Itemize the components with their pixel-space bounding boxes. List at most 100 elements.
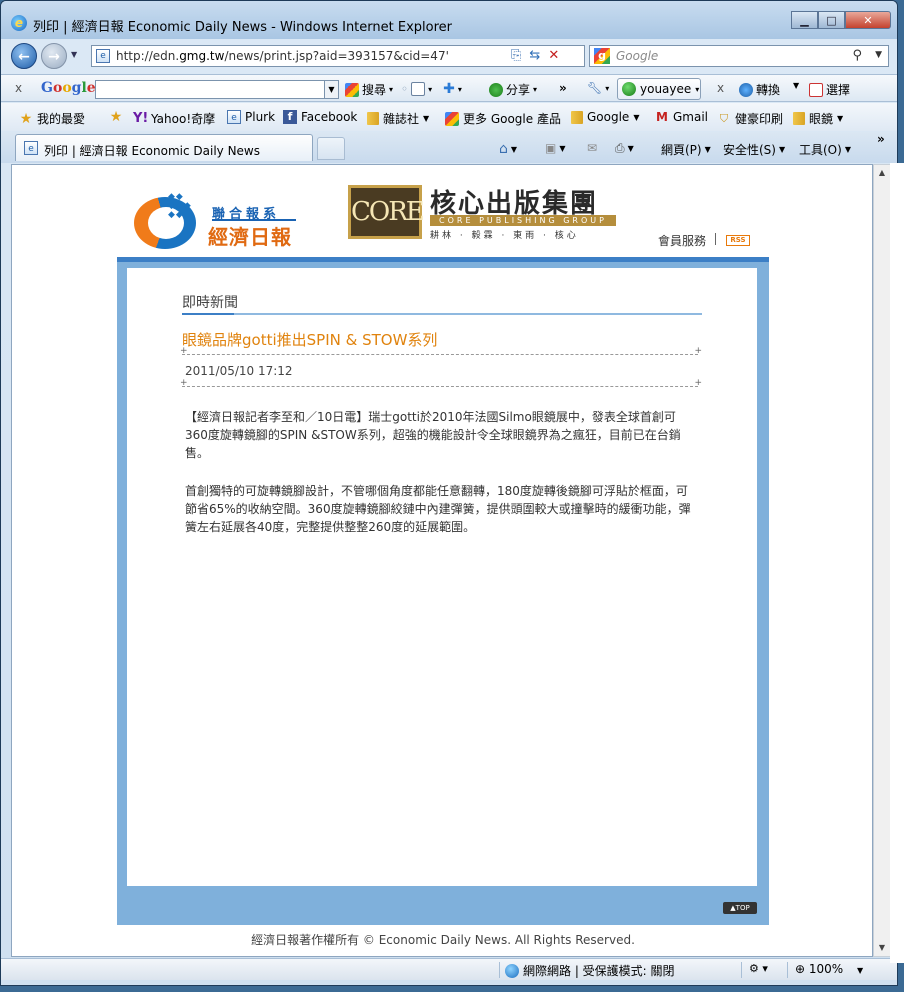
- ie-page-icon: e: [24, 141, 38, 155]
- favorites-button[interactable]: ★ 我的最愛: [19, 110, 85, 127]
- core-logo: CORE: [348, 185, 425, 239]
- minimize-button[interactable]: ▁: [791, 11, 818, 29]
- recent-pages-dropdown[interactable]: ▼: [71, 50, 77, 59]
- favorites-label: 我的最愛: [37, 112, 86, 126]
- address-url: http://edn.gmg.tw/news/print.jsp?aid=393…: [116, 49, 449, 63]
- zoom-level[interactable]: ⊕ 100% ▼: [795, 962, 863, 976]
- ie-page-icon: e: [227, 110, 241, 124]
- wrench-icon[interactable]: 🔧︎ ▾: [587, 81, 609, 95]
- core-strip: CORE PUBLISHING GROUP: [430, 215, 616, 226]
- zoom-icon: ⊕: [795, 962, 806, 976]
- google-toolbar-search-input[interactable]: ▼: [95, 80, 339, 99]
- member-services-link[interactable]: 會員服務: [658, 232, 706, 249]
- site-header: ◆◆ ◆◆◆ ◆◆ 聯合報系 經濟日報 CORE 核心出版集團 CORE PUBLI…: [12, 165, 872, 259]
- fav-item-yahoo[interactable]: Y! Yahoo!奇摩: [133, 110, 215, 127]
- close-addon-button[interactable]: x: [717, 81, 724, 95]
- vertical-scrollbar[interactable]: ▲ ▼: [873, 164, 891, 957]
- yahoo-icon: Y!: [133, 110, 149, 126]
- select-label: 選擇: [826, 83, 851, 97]
- divider: [180, 378, 702, 388]
- page-options-icon[interactable]: [411, 82, 426, 96]
- bookmarks-icon[interactable]: ✚: [443, 81, 455, 97]
- stop-icon[interactable]: ✕: [548, 48, 559, 63]
- user-name: youayee: [640, 82, 692, 96]
- feeds-button[interactable]: ▣ ▼: [545, 141, 566, 155]
- translate-button[interactable]: 轉換: [739, 81, 780, 98]
- rss-icon: ▣: [545, 141, 557, 155]
- printer-icon: ⎙: [615, 141, 625, 155]
- globe-icon: [505, 963, 519, 978]
- mail-button[interactable]: ✉: [587, 141, 597, 155]
- fav-item-glasses[interactable]: 眼鏡 ▼: [793, 110, 843, 127]
- fav-item-print-shop[interactable]: ⛉ 健豪印刷: [717, 110, 783, 127]
- tab-label: 列印 | 經濟日報 Economic Daily News: [44, 144, 260, 158]
- forward-button[interactable]: →: [41, 43, 67, 69]
- translate-dropdown[interactable]: ▼: [793, 81, 799, 90]
- fav-item-more-google[interactable]: 更多 Google 產品: [445, 110, 561, 127]
- google-toolbar: x Google ▼ 搜尋 ▾ ◦ ▾ ✚ ▾ 分享 ▾ » 🔧︎ ▾ youayee ▾…: [1, 74, 897, 102]
- user-account-button[interactable]: youayee ▾: [617, 78, 701, 100]
- chevron-down-icon[interactable]: ▼: [324, 81, 338, 98]
- refresh-icon[interactable]: ⇆: [529, 48, 540, 63]
- title-bar: e 列印 | 經濟日報 Economic Daily News - Window…: [1, 1, 897, 39]
- status-bar: 網際網路 | 受保護模式: 關閉 ⚙︎ ▾ ⊕ 100% ▼: [1, 958, 897, 980]
- search-box[interactable]: g Google ⚲ ▼: [589, 45, 889, 67]
- tools-menu[interactable]: 工具(O) ▼: [799, 141, 851, 158]
- google-g-icon: [445, 111, 459, 126]
- tab-active[interactable]: e 列印 | 經濟日報 Economic Daily News: [15, 134, 313, 161]
- select-icon: [809, 82, 823, 97]
- fav-item-google[interactable]: Google ▼: [571, 110, 639, 124]
- home-button[interactable]: ⌂ ▼: [499, 141, 517, 157]
- popup-blocker-icon[interactable]: ⚙︎ ▾: [749, 962, 768, 975]
- add-favorite-icon[interactable]: ★: [109, 110, 123, 124]
- search-options-dropdown[interactable]: ▼: [875, 50, 882, 60]
- search-placeholder: Google: [616, 49, 659, 63]
- home-icon: ⌂: [499, 141, 508, 157]
- new-tab-button[interactable]: [317, 137, 345, 160]
- safety-menu[interactable]: 安全性(S) ▼: [723, 141, 785, 158]
- copyright-footer: 經濟日報著作權所有 © Economic Daily News. All Rig…: [251, 933, 635, 947]
- mail-icon: ✉: [587, 141, 598, 155]
- share-button[interactable]: 分享 ▾: [489, 81, 537, 98]
- toolbar-extra-buttons[interactable]: ◦ ▾ ✚ ▾: [401, 81, 462, 97]
- article-headline: 眼鏡品牌gotti推出SPIN & STOW系列: [182, 331, 438, 349]
- scroll-down-icon[interactable]: ▼: [874, 940, 890, 956]
- google-search-button[interactable]: 搜尋 ▾: [345, 81, 393, 98]
- gmail-icon: M: [656, 110, 668, 124]
- print-button[interactable]: ⎙ ▼: [615, 141, 634, 156]
- page-menu[interactable]: 網頁(P) ▼: [661, 141, 711, 158]
- browser-window: e 列印 | 經濟日報 Economic Daily News - Window…: [0, 0, 898, 986]
- fav-item-facebook[interactable]: f Facebook: [283, 110, 357, 124]
- fav-item-plurk[interactable]: e Plurk: [227, 110, 275, 124]
- compatibility-view-icon[interactable]: ⎘: [511, 48, 521, 63]
- fav-item-gmail[interactable]: M Gmail: [655, 110, 708, 124]
- select-button[interactable]: 選擇: [809, 81, 850, 98]
- folder-icon: [571, 110, 583, 124]
- back-button[interactable]: ←: [11, 43, 37, 69]
- user-status-icon: [622, 82, 636, 96]
- maximize-button[interactable]: □: [818, 11, 845, 29]
- scroll-up-icon[interactable]: ▲: [874, 165, 890, 181]
- close-toolbar-button[interactable]: x: [15, 81, 22, 95]
- folder-icon: [793, 112, 805, 125]
- more-buttons[interactable]: »: [559, 81, 567, 95]
- folder-icon: [367, 112, 379, 125]
- window-title: 列印 | 經濟日報 Economic Daily News - Windows …: [33, 20, 452, 35]
- tab-row: e 列印 | 經濟日報 Economic Daily News ⌂ ▼ ▣ ▼ ✉ …: [1, 132, 897, 163]
- article-frame: 即時新聞 眼鏡品牌gotti推出SPIN & STOW系列 2011/05/10…: [117, 257, 769, 925]
- security-zone[interactable]: 網際網路 | 受保護模式: 關閉: [505, 962, 675, 979]
- search-button-label: 搜尋: [362, 83, 387, 97]
- close-button[interactable]: ✕: [845, 11, 891, 29]
- udn-paper-name: 經濟日報: [208, 225, 292, 249]
- share-label: 分享: [506, 83, 531, 97]
- fav-item-magazine[interactable]: 雜誌社 ▼: [367, 110, 429, 127]
- article-panel: 即時新聞 眼鏡品牌gotti推出SPIN & STOW系列 2011/05/10…: [127, 268, 757, 886]
- google-g-icon: [345, 82, 359, 97]
- more-commands[interactable]: »: [877, 132, 885, 146]
- rss-icon[interactable]: RSS: [726, 235, 750, 246]
- page-icon: e: [96, 49, 110, 63]
- address-row: ← → ▼ e http://edn.gmg.tw/news/print.jsp…: [1, 41, 897, 71]
- search-icon[interactable]: ⚲: [852, 48, 862, 63]
- back-to-top-button[interactable]: ▲TOP: [723, 902, 757, 914]
- facebook-icon: f: [283, 110, 297, 124]
